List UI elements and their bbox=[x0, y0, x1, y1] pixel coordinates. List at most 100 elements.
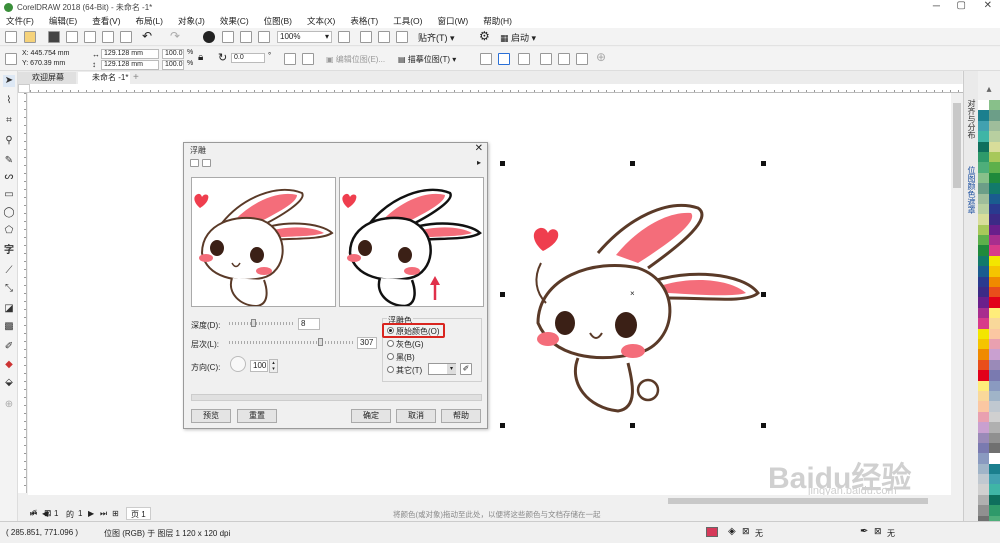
drawing-canvas[interactable]: × Baidu经验 jingyan.baidu.com bbox=[28, 93, 963, 497]
paste-icon[interactable] bbox=[120, 31, 132, 43]
page-tab[interactable]: 页 1 bbox=[126, 507, 151, 520]
zoom-level-select[interactable]: 100% ▾ bbox=[277, 31, 332, 43]
polygon-tool-icon[interactable]: ⬠ bbox=[3, 225, 15, 237]
ok-button[interactable]: 确定 bbox=[351, 409, 391, 423]
preview-mode-single-icon[interactable] bbox=[202, 159, 211, 167]
horizontal-scrollbar[interactable] bbox=[28, 495, 963, 507]
palette-swatch[interactable] bbox=[989, 297, 1000, 308]
palette-swatch[interactable] bbox=[978, 370, 989, 381]
docker-tab-align-distribute[interactable]: 对齐与分布 bbox=[966, 99, 977, 139]
first-page-icon[interactable]: ⏮ bbox=[30, 509, 37, 519]
palette-swatch[interactable] bbox=[978, 328, 989, 339]
save-icon[interactable] bbox=[48, 31, 60, 43]
selection-handle[interactable] bbox=[630, 423, 635, 428]
options-gear-icon[interactable]: ⚙ bbox=[479, 29, 490, 43]
ellipse-tool-icon[interactable]: ◯ bbox=[3, 207, 15, 219]
scale-x-field[interactable]: 100.0 bbox=[162, 49, 184, 59]
show-grid-icon[interactable] bbox=[378, 31, 390, 43]
scale-y-field[interactable]: 100.0 bbox=[162, 60, 184, 70]
drop-shadow-tool-icon[interactable]: ◪ bbox=[3, 303, 15, 315]
palette-swatch[interactable] bbox=[978, 318, 989, 329]
menu-text[interactable]: 文本(X) bbox=[307, 15, 335, 27]
palette-swatch[interactable] bbox=[989, 162, 1000, 173]
last-page-icon[interactable]: ⏭ bbox=[100, 509, 107, 519]
mirror-horizontal-icon[interactable] bbox=[284, 53, 296, 65]
palette-swatch[interactable] bbox=[978, 162, 989, 173]
add-plus-icon[interactable]: ⊕ bbox=[596, 50, 606, 64]
tab-welcome[interactable]: 欢迎屏幕 bbox=[18, 72, 76, 84]
publish-pdf-icon[interactable] bbox=[258, 31, 270, 43]
object-origin-icon[interactable] bbox=[5, 53, 17, 65]
rotation-angle-field[interactable]: 0.0 bbox=[231, 53, 265, 63]
menu-view[interactable]: 查看(V) bbox=[92, 15, 120, 27]
prev-page-icon[interactable]: ◀ bbox=[42, 509, 48, 518]
search-content-icon[interactable] bbox=[203, 31, 215, 43]
palette-scroll-up-icon[interactable]: ▴ bbox=[981, 84, 997, 98]
crop-bitmap-icon[interactable] bbox=[480, 53, 492, 65]
selection-handle[interactable] bbox=[761, 423, 766, 428]
eyedropper-tool-icon[interactable]: ✐ bbox=[3, 341, 15, 353]
palette-swatch[interactable] bbox=[989, 110, 1000, 121]
new-tab-icon[interactable]: + bbox=[133, 72, 139, 83]
palette-swatch[interactable] bbox=[978, 463, 989, 475]
menu-help[interactable]: 帮助(H) bbox=[483, 15, 512, 27]
vertical-scrollbar[interactable] bbox=[951, 93, 963, 495]
palette-swatch[interactable] bbox=[978, 193, 989, 204]
palette-swatch[interactable] bbox=[989, 318, 1000, 329]
selection-handle[interactable] bbox=[761, 292, 766, 297]
shape-tool-icon[interactable]: ⌇ bbox=[3, 95, 15, 107]
lock-ratio-icon[interactable]: 🔒︎ bbox=[198, 52, 203, 63]
palette-swatch[interactable] bbox=[978, 401, 989, 412]
palette-swatch[interactable] bbox=[978, 453, 989, 464]
pick-tool-icon[interactable]: ➤ bbox=[3, 75, 15, 87]
radio-other[interactable] bbox=[387, 366, 394, 373]
palette-swatch[interactable] bbox=[978, 390, 989, 402]
palette-swatch[interactable] bbox=[989, 422, 1000, 433]
link-bitmap-icon[interactable] bbox=[558, 53, 570, 65]
palette-swatch[interactable] bbox=[989, 307, 1000, 319]
menu-tools[interactable]: 工具(O) bbox=[393, 15, 422, 27]
palette-swatch[interactable] bbox=[989, 484, 1000, 495]
palette-swatch[interactable] bbox=[978, 422, 989, 433]
add-tool-icon[interactable]: ⊕ bbox=[3, 399, 15, 411]
open-folder-icon[interactable] bbox=[24, 31, 36, 43]
level-input[interactable]: 307 bbox=[357, 337, 377, 349]
edit-bitmap-button[interactable]: ▣ 编辑位图(E)... bbox=[326, 54, 385, 65]
menu-window[interactable]: 窗口(W) bbox=[438, 15, 469, 27]
horizontal-ruler[interactable] bbox=[30, 84, 963, 93]
selection-handle[interactable] bbox=[500, 292, 505, 297]
palette-swatch[interactable] bbox=[989, 141, 1000, 152]
palette-swatch[interactable] bbox=[989, 172, 1000, 184]
palette-swatch[interactable] bbox=[989, 401, 1000, 412]
close-icon[interactable]: ✕ bbox=[984, 0, 992, 11]
radio-gray[interactable] bbox=[387, 340, 394, 347]
palette-swatch[interactable] bbox=[978, 245, 989, 256]
depth-slider[interactable] bbox=[229, 320, 294, 328]
color-eyedropper-button[interactable]: ✐ bbox=[460, 363, 472, 375]
dialog-expand-icon[interactable]: ▸ bbox=[477, 158, 481, 167]
palette-swatch[interactable] bbox=[978, 307, 989, 319]
palette-swatch[interactable] bbox=[978, 338, 989, 350]
palette-swatch[interactable] bbox=[978, 432, 989, 443]
palette-swatch[interactable] bbox=[978, 235, 989, 246]
palette-swatch[interactable] bbox=[989, 380, 1000, 391]
palette-swatch[interactable] bbox=[978, 349, 989, 360]
selection-handle[interactable] bbox=[630, 161, 635, 166]
palette-swatch[interactable] bbox=[989, 183, 1000, 194]
parallel-dimension-tool-icon[interactable]: ⟋ bbox=[3, 265, 15, 277]
snap-to-menu[interactable]: 贴齐(T) ▾ bbox=[418, 31, 455, 44]
palette-swatch[interactable] bbox=[989, 505, 1000, 516]
interactive-fill-tool-icon[interactable]: ◆ bbox=[3, 359, 15, 371]
vertical-scroll-thumb[interactable] bbox=[953, 103, 961, 188]
new-document-icon[interactable] bbox=[5, 31, 17, 43]
freehand-tool-icon[interactable]: ✎ bbox=[3, 155, 15, 167]
cancel-button[interactable]: 取消 bbox=[396, 409, 436, 423]
preview-button[interactable]: 预览 bbox=[191, 409, 231, 423]
palette-swatch[interactable] bbox=[978, 494, 989, 506]
undo-icon[interactable]: ↶ bbox=[142, 29, 152, 43]
next-page-icon[interactable]: ▶ bbox=[88, 509, 94, 518]
direction-spinner[interactable]: ▴ ▾ bbox=[269, 359, 278, 373]
palette-swatch[interactable] bbox=[978, 266, 989, 277]
cut-icon[interactable] bbox=[84, 31, 96, 43]
selection-handle[interactable] bbox=[761, 161, 766, 166]
